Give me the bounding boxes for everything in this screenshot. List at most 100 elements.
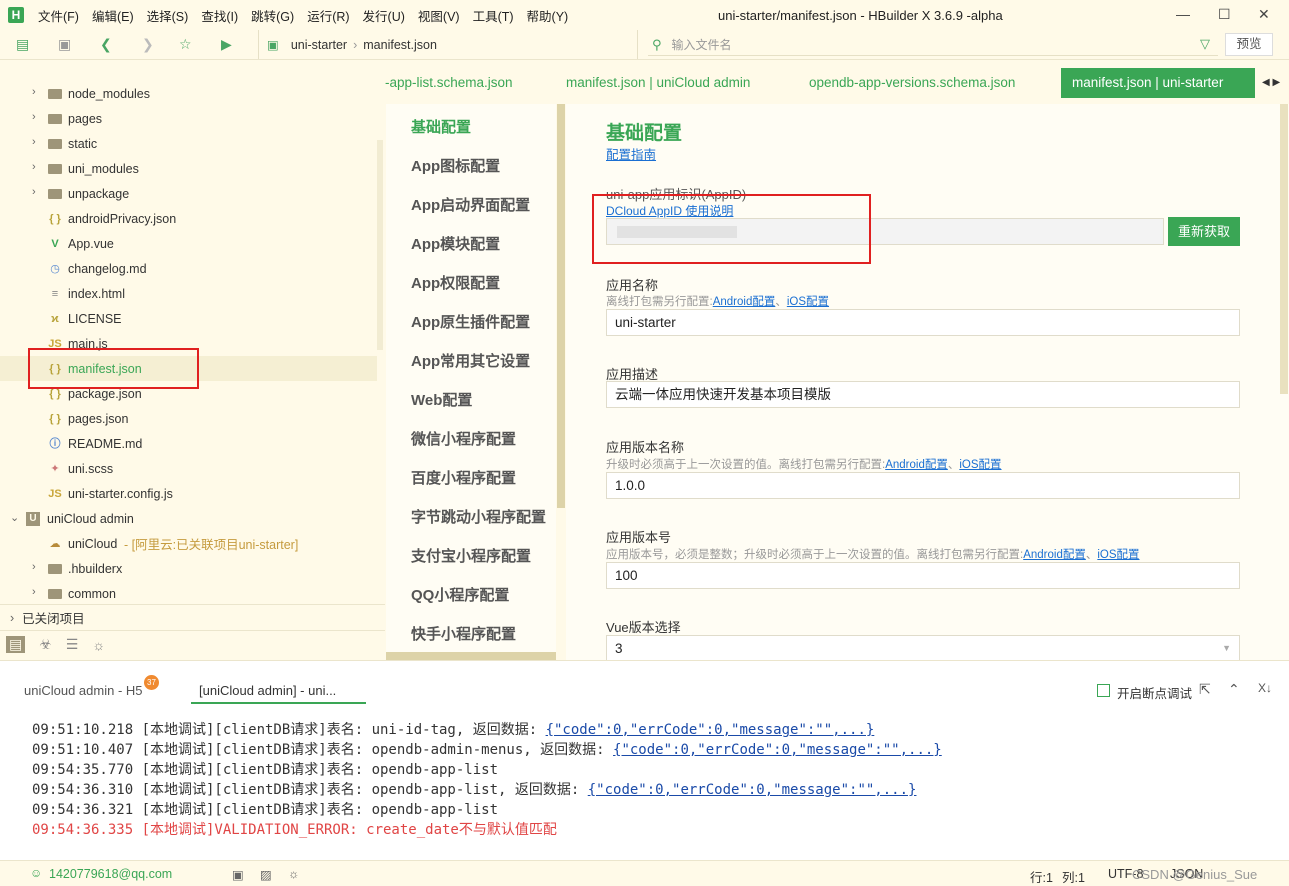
ios-config-link-3[interactable]: iOS配置 <box>1097 549 1139 561</box>
version-code-input[interactable]: 100 <box>606 562 1240 589</box>
chevron-right-icon[interactable]: › <box>32 186 36 198</box>
log-json-link[interactable]: {"code":0,"errCode":0,"message":"",...} <box>613 742 942 758</box>
tab-manifest-uni-starter[interactable]: manifest.json | uni-starter <box>1061 68 1255 98</box>
nav-item[interactable]: 微信小程序配置 <box>411 428 516 449</box>
tree-item[interactable]: › uni_modules <box>0 156 377 181</box>
tree-item[interactable]: ϰ LICENSE <box>0 306 377 331</box>
nav-item[interactable]: 基础配置 <box>411 116 471 137</box>
closed-projects[interactable]: › 已关闭项目 <box>0 604 385 630</box>
chevron-right-icon[interactable]: › <box>32 561 36 573</box>
console-tab-h5[interactable]: uniCloud admin - H5 <box>24 683 143 698</box>
tree-item[interactable]: JS uni-starter.config.js <box>0 481 377 506</box>
tree-item[interactable]: { } androidPrivacy.json <box>0 206 377 231</box>
nav-item[interactable]: 快手小程序配置 <box>411 623 516 644</box>
save-icon[interactable]: ▣ <box>58 36 71 53</box>
tab-app-list-schema[interactable]: -app-list.schema.json <box>385 68 513 98</box>
tree-item[interactable]: › .hbuilderx <box>0 556 377 581</box>
log-json-link[interactable]: {"code":0,"errCode":0,"message":"",...} <box>588 782 917 798</box>
tree-item[interactable]: ≡ index.html <box>0 281 377 306</box>
screen-icon[interactable]: ▣ <box>232 867 244 882</box>
debug-icon[interactable]: ☣ <box>39 636 52 653</box>
vue-version-select[interactable]: 3 ▼ <box>606 635 1240 660</box>
minimize-icon[interactable]: — <box>1176 6 1190 22</box>
project-manager-icon[interactable]: ▤ <box>6 636 26 653</box>
globe-icon[interactable]: ☼ <box>92 637 105 653</box>
chevron-right-icon[interactable]: › <box>32 161 36 173</box>
android-config-link-3[interactable]: Android配置 <box>1023 549 1086 561</box>
breadcrumb-file[interactable]: manifest.json <box>363 38 437 52</box>
nav-item[interactable]: App模块配置 <box>411 233 500 254</box>
android-config-link-2[interactable]: Android配置 <box>885 459 948 471</box>
chevron-down-icon[interactable]: ⌄ <box>10 511 19 524</box>
menu-goto[interactable]: 跳转(G) <box>251 6 294 25</box>
terminal-icon[interactable]: ▨ <box>260 867 272 882</box>
breakpoint-checkbox[interactable] <box>1097 684 1110 697</box>
new-file-icon[interactable]: ▤ <box>16 36 29 53</box>
nav-item[interactable]: App启动界面配置 <box>411 194 530 215</box>
file-search-input[interactable] <box>671 37 1172 52</box>
chevron-right-icon[interactable]: › <box>32 136 36 148</box>
tree-item[interactable]: ⓘ README.md <box>0 431 377 456</box>
search-files-icon[interactable]: ☰ <box>66 636 79 653</box>
tab-scroll-arrows-icon[interactable]: ◀ ▶ <box>1262 68 1280 98</box>
chevron-right-icon[interactable]: › <box>32 586 36 598</box>
export-log-icon[interactable]: ⇱ <box>1199 681 1211 698</box>
nav-item[interactable]: Web配置 <box>411 389 472 410</box>
tree-item[interactable]: › unpackage <box>0 181 377 206</box>
favorite-star-icon[interactable]: ☆ <box>179 36 192 53</box>
chevron-right-icon[interactable]: › <box>32 111 36 123</box>
maximize-icon[interactable]: ☐ <box>1218 6 1231 23</box>
status-line[interactable]: 行:1 <box>1030 867 1053 886</box>
menu-view[interactable]: 视图(V) <box>418 6 460 25</box>
tree-item[interactable]: ◷ changelog.md <box>0 256 377 281</box>
clear-console-icon[interactable]: X↓ <box>1258 681 1272 695</box>
app-name-input[interactable]: uni-starter <box>606 309 1240 336</box>
forward-icon[interactable]: ❯ <box>142 36 154 53</box>
chevron-right-icon[interactable]: › <box>32 86 36 98</box>
tree-item[interactable]: › node_modules <box>0 81 377 106</box>
menu-tools[interactable]: 工具(T) <box>473 6 514 25</box>
tree-item[interactable]: ⌄ UuniCloud admin <box>0 506 377 531</box>
menu-edit[interactable]: 编辑(E) <box>92 6 134 25</box>
nav-item[interactable]: 支付宝小程序配置 <box>411 545 531 566</box>
menu-help[interactable]: 帮助(Y) <box>527 6 569 25</box>
plugin-icon[interactable]: ☼ <box>288 867 299 881</box>
nav-item[interactable]: App权限配置 <box>411 272 500 293</box>
close-icon[interactable]: ✕ <box>1258 6 1270 23</box>
nav-item[interactable]: App原生插件配置 <box>411 311 530 332</box>
back-icon[interactable]: ❮ <box>100 36 112 53</box>
content-scroll-thumb[interactable] <box>1280 104 1288 394</box>
android-config-link[interactable]: Android配置 <box>713 296 776 308</box>
guide-link[interactable]: 配置指南 <box>606 144 656 163</box>
sidebar-scrollbar[interactable] <box>377 140 383 350</box>
tab-manifest-unicloud-admin[interactable]: manifest.json | uniCloud admin <box>566 68 750 98</box>
nav-item[interactable]: QQ小程序配置 <box>411 584 509 605</box>
ios-config-link-2[interactable]: iOS配置 <box>959 459 1001 471</box>
user-avatar-icon[interactable]: ☺ <box>30 866 42 880</box>
version-name-input[interactable]: 1.0.0 <box>606 472 1240 499</box>
menu-find[interactable]: 查找(I) <box>201 6 238 25</box>
tree-item[interactable]: › static <box>0 131 377 156</box>
tree-item[interactable]: ✦ uni.scss <box>0 456 377 481</box>
status-col[interactable]: 列:1 <box>1062 867 1085 886</box>
menu-run[interactable]: 运行(R) <box>307 6 349 25</box>
tree-item[interactable]: › pages <box>0 106 377 131</box>
collapse-up-icon[interactable]: ⌃ <box>1228 681 1240 698</box>
nav-item[interactable]: 字节跳动小程序配置 <box>411 506 546 527</box>
console-tab-uni[interactable]: [uniCloud admin] - uni... <box>199 683 336 698</box>
tree-item[interactable]: › common <box>0 581 377 600</box>
preview-button[interactable]: 预览 <box>1225 33 1273 56</box>
run-icon[interactable]: ▶ <box>221 36 232 53</box>
nav-item[interactable]: App常用其它设置 <box>411 350 530 371</box>
menu-publish[interactable]: 发行(U) <box>363 6 405 25</box>
app-desc-input[interactable]: 云端一体应用快速开发基本项目模版 <box>606 381 1240 408</box>
nav-item[interactable]: 百度小程序配置 <box>411 467 516 488</box>
refresh-appid-button[interactable]: 重新获取 <box>1168 217 1240 246</box>
filter-icon[interactable]: ▽ <box>1200 36 1210 52</box>
tree-item[interactable]: { } pages.json <box>0 406 377 431</box>
nav-scrollbar[interactable] <box>557 104 565 508</box>
ios-config-link[interactable]: iOS配置 <box>787 296 829 308</box>
user-email[interactable]: 1420779618@qq.com <box>49 867 172 881</box>
menu-select[interactable]: 选择(S) <box>147 6 189 25</box>
tree-item[interactable]: ☁ uniCloud - [阿里云:已关联项目uni-starter] <box>0 531 377 556</box>
